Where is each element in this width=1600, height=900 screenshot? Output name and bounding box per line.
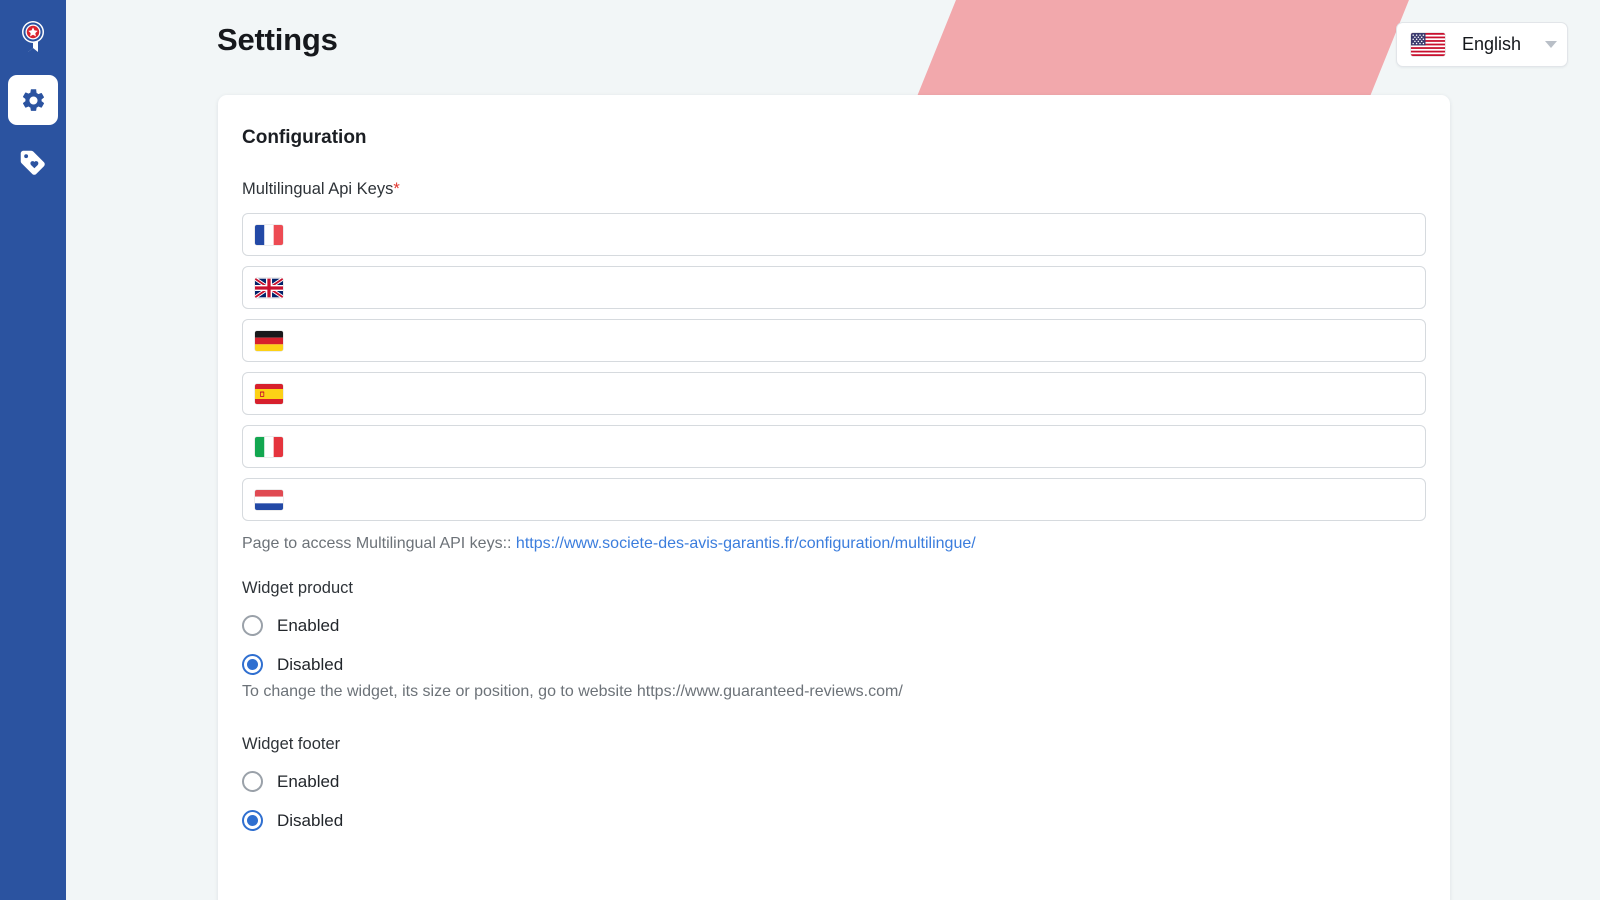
radio-unchecked-icon[interactable] (242, 771, 263, 792)
api-key-input-german[interactable] (295, 320, 1413, 361)
sidebar-item-award-badge[interactable] (8, 12, 58, 62)
es-flag-icon (255, 384, 283, 404)
widget-product-option-enabled-label: Enabled (277, 616, 339, 636)
nl-flag-icon (255, 490, 283, 510)
settings-page: Settings (0, 0, 1600, 900)
radio-checked-icon[interactable] (242, 810, 263, 831)
api-key-field-german[interactable] (242, 319, 1426, 362)
radio-checked-icon[interactable] (242, 654, 263, 675)
fr-flag-icon (255, 225, 283, 245)
api-keys-help-link[interactable]: https://www.societe-des-avis-garantis.fr… (516, 535, 976, 552)
configuration-card: Configuration Multilingual Api Keys* (218, 95, 1450, 900)
sidebar (0, 0, 66, 900)
required-marker: * (393, 180, 399, 198)
gear-icon (20, 87, 47, 114)
us-flag-icon (1411, 33, 1445, 56)
page-title: Settings (217, 22, 338, 58)
widget-product-option-enabled[interactable]: Enabled (242, 615, 1426, 636)
widget-footer-option-disabled[interactable]: Disabled (242, 810, 1426, 831)
de-flag-icon (255, 331, 283, 351)
tag-heart-icon (18, 148, 48, 178)
api-keys-help-line: Page to access Multilingual API keys:: h… (242, 535, 1426, 553)
api-key-field-spanish[interactable] (242, 372, 1426, 415)
api-keys-label: Multilingual Api Keys* (242, 180, 1426, 199)
api-key-input-french[interactable] (295, 214, 1413, 255)
api-key-field-english[interactable] (242, 266, 1426, 309)
award-badge-icon (18, 20, 48, 54)
widget-footer-option-disabled-label: Disabled (277, 811, 343, 831)
it-flag-icon (255, 437, 283, 457)
widget-footer-option-enabled[interactable]: Enabled (242, 771, 1426, 792)
sidebar-item-promotions[interactable] (8, 138, 58, 188)
radio-unchecked-icon[interactable] (242, 615, 263, 636)
sidebar-item-settings[interactable] (8, 75, 58, 125)
widget-footer-label: Widget footer (242, 735, 1426, 754)
api-key-input-dutch[interactable] (295, 479, 1413, 520)
api-key-field-dutch[interactable] (242, 478, 1426, 521)
language-selector-label: English (1462, 34, 1531, 55)
card-title: Configuration (242, 127, 1426, 149)
widget-product-option-disabled[interactable]: Disabled (242, 654, 1426, 675)
widget-product-note: To change the widget, its size or positi… (242, 683, 1426, 701)
api-key-input-english[interactable] (295, 267, 1413, 308)
gb-flag-icon (255, 278, 283, 298)
api-keys-label-text: Multilingual Api Keys (242, 180, 393, 198)
widget-product-option-disabled-label: Disabled (277, 655, 343, 675)
api-keys-help-prefix: Page to access Multilingual API keys:: (242, 535, 516, 552)
widget-product-label: Widget product (242, 579, 1426, 598)
api-key-field-italian[interactable] (242, 425, 1426, 468)
chevron-down-icon (1545, 41, 1557, 48)
api-key-field-french[interactable] (242, 213, 1426, 256)
api-key-input-italian[interactable] (295, 426, 1413, 467)
widget-footer-option-enabled-label: Enabled (277, 772, 339, 792)
language-selector[interactable]: English (1396, 22, 1568, 67)
api-key-input-spanish[interactable] (295, 373, 1413, 414)
